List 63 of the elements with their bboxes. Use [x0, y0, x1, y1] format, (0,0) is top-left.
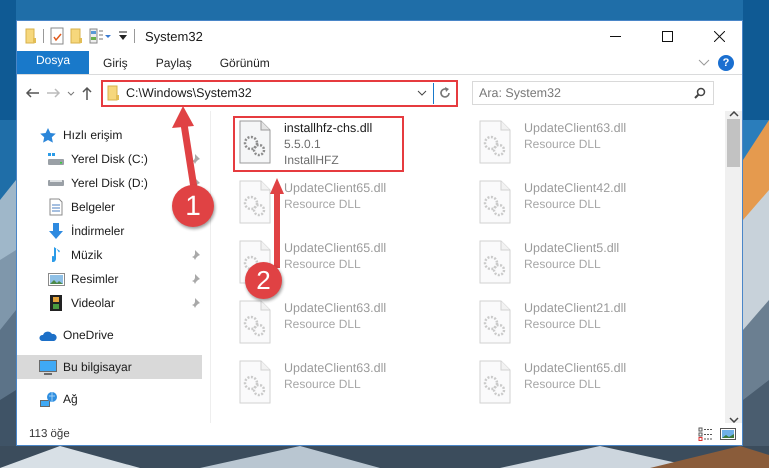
- recent-dropdown-icon[interactable]: [67, 90, 75, 96]
- sidebar-item[interactable]: Hızlı erişim: [17, 123, 126, 147]
- film-icon: [50, 295, 62, 311]
- ribbon-tab[interactable]: Giriş: [89, 51, 142, 74]
- file-detail: Resource DLL: [284, 196, 362, 212]
- file-detail: Resource DLL: [524, 316, 602, 332]
- large-icons-view-icon[interactable]: [720, 427, 736, 441]
- star-icon: [39, 126, 57, 144]
- drive-icon: [47, 153, 65, 165]
- properties-icon[interactable]: [50, 27, 64, 45]
- sidebar-item[interactable]: Müzik: [17, 243, 106, 267]
- back-icon[interactable]: [25, 87, 40, 99]
- sidebar-item[interactable]: OneDrive: [17, 323, 118, 347]
- view-options-icon[interactable]: [89, 28, 112, 44]
- close-icon[interactable]: [714, 30, 724, 42]
- up-icon[interactable]: [81, 86, 93, 100]
- customize-dropdown-icon[interactable]: [118, 31, 128, 41]
- download-icon: [48, 223, 64, 239]
- scroll-down-icon[interactable]: [728, 417, 738, 423]
- maximize-icon[interactable]: [662, 30, 672, 42]
- dropdown-icon[interactable]: [417, 90, 427, 96]
- file-detail: 5.5.0.1: [284, 136, 322, 152]
- window-title: System32: [145, 28, 203, 44]
- details-view-icon[interactable]: [698, 427, 714, 441]
- scrollbar-thumb[interactable]: [727, 119, 740, 167]
- sidebar-item[interactable]: İndirmeler: [17, 219, 128, 243]
- file-detail: InstallHFZ: [284, 152, 340, 168]
- address-bar[interactable]: C:\Windows\System32: [101, 80, 458, 106]
- file-menu-tab[interactable]: Dosya: [17, 51, 90, 74]
- file-detail: Resource DLL: [524, 256, 602, 272]
- expand-ribbon-icon[interactable]: [698, 59, 710, 66]
- music-note-icon: [52, 247, 60, 263]
- file-detail: Resource DLL: [524, 376, 602, 392]
- scrollbar[interactable]: [725, 111, 742, 423]
- sidebar-item[interactable]: Bu bilgisayar: [17, 355, 202, 379]
- document-icon: [49, 198, 63, 216]
- drive-icon: [47, 180, 65, 186]
- cloud-icon: [39, 329, 57, 341]
- folder-icon: [107, 85, 120, 101]
- picture-icon: [48, 272, 64, 286]
- sidebar-item[interactable]: Resimler: [17, 267, 122, 291]
- file-detail: Resource DLL: [284, 376, 362, 392]
- file-name[interactable]: installhfz-chs.dll: [284, 120, 372, 136]
- file-detail: Resource DLL: [284, 316, 362, 332]
- sidebar-item[interactable]: Yerel Disk (C:): [17, 147, 152, 171]
- file-detail: Resource DLL: [284, 256, 362, 272]
- ribbon-tab[interactable]: Paylaş: [142, 51, 206, 74]
- sidebar-item[interactable]: Belgeler: [17, 195, 120, 219]
- sidebar-item[interactable]: Videolar: [17, 291, 119, 315]
- sidebar-item[interactable]: Yerel Disk (D:): [17, 171, 152, 195]
- help-button[interactable]: ?: [718, 54, 734, 70]
- network-icon: [40, 392, 56, 406]
- item-count: 113 öğe: [29, 428, 71, 440]
- search-icon[interactable]: [694, 87, 706, 99]
- file-detail: Resource DLL: [524, 196, 602, 212]
- sidebar-item[interactable]: Ağ: [17, 387, 82, 411]
- file-detail: Resource DLL: [524, 136, 602, 152]
- computer-icon: [39, 360, 57, 374]
- ribbon-tab[interactable]: Görünüm: [206, 51, 284, 74]
- refresh-icon[interactable]: [439, 87, 451, 99]
- search-field[interactable]: Ara: System32: [472, 81, 714, 105]
- scroll-up-icon[interactable]: [728, 111, 738, 117]
- gear-file-icon[interactable]: [239, 120, 271, 164]
